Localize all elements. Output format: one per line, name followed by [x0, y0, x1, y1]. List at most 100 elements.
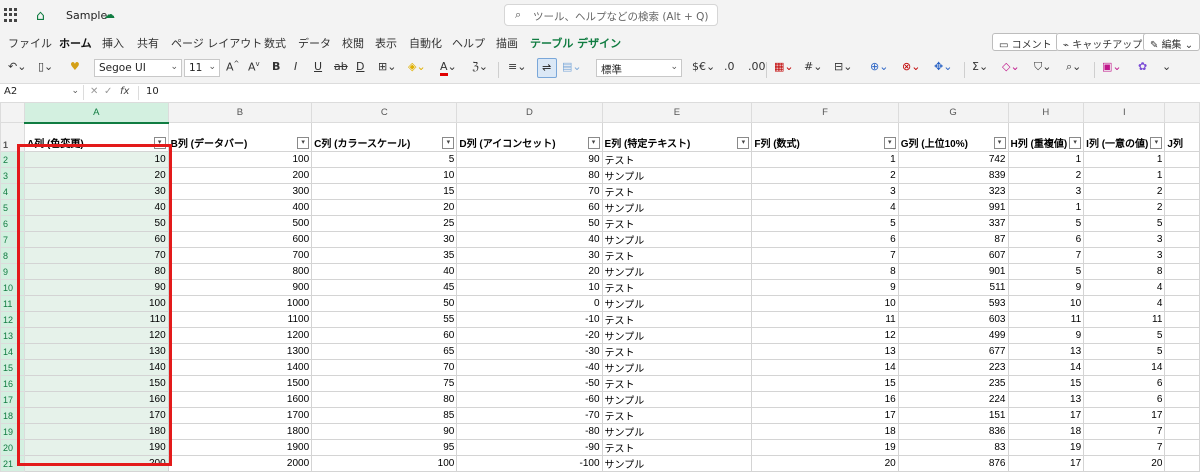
cell-d[interactable]: -40 — [456, 359, 603, 376]
cell-i[interactable]: 6 — [1083, 375, 1166, 392]
cell-g[interactable]: 235 — [897, 375, 1009, 392]
cell-i[interactable]: 5 — [1083, 327, 1166, 344]
conditional-format-icon[interactable]: ▦⌄ — [774, 60, 794, 73]
cell-b[interactable]: 1700 — [167, 407, 313, 424]
cell-h[interactable]: 13 — [1007, 343, 1085, 360]
currency-icon[interactable]: $€⌄ — [692, 60, 715, 73]
text-effects-icon[interactable]: ℨ⌄ — [472, 60, 488, 73]
cell-f[interactable]: 18 — [751, 423, 899, 440]
cell-e[interactable]: サンプル — [601, 199, 753, 216]
cell-d[interactable]: 0 — [456, 295, 603, 312]
cell-g[interactable]: 839 — [897, 167, 1009, 184]
cell-a[interactable]: 130 — [24, 343, 169, 360]
row-header[interactable]: 8 — [0, 247, 26, 264]
cell-h[interactable]: 9 — [1007, 279, 1085, 296]
cell-e[interactable]: サンプル — [601, 391, 753, 408]
cell-d[interactable]: 20 — [456, 263, 603, 280]
cell-b[interactable]: 600 — [167, 231, 313, 248]
document-name[interactable]: Sample — [66, 9, 107, 22]
cell-i[interactable]: 7 — [1083, 439, 1166, 456]
cell-j[interactable] — [1164, 231, 1200, 248]
column-header-c[interactable]: C — [311, 102, 458, 123]
cell-a[interactable]: 90 — [24, 279, 169, 296]
cell-i[interactable]: 4 — [1083, 279, 1166, 296]
row-header[interactable]: 21 — [0, 455, 26, 472]
cell-i[interactable]: 7 — [1083, 423, 1166, 440]
cell-j[interactable] — [1164, 343, 1200, 360]
cell-b[interactable]: 1900 — [167, 439, 313, 456]
cell-b[interactable]: 400 — [167, 199, 313, 216]
increase-font-icon[interactable]: A^ — [226, 60, 239, 74]
cell-i[interactable]: 2 — [1083, 199, 1166, 216]
cell-a[interactable]: 30 — [24, 183, 169, 200]
filter-dropdown-icon[interactable]: ▾ — [587, 137, 600, 149]
cell-g[interactable]: 337 — [897, 215, 1009, 232]
cell-d[interactable]: -60 — [456, 391, 603, 408]
cell-g[interactable]: 677 — [897, 343, 1009, 360]
header-cell-h[interactable]: H列 (重複値) ▾ — [1007, 122, 1085, 152]
cell-h[interactable]: 9 — [1007, 327, 1085, 344]
cell-h[interactable]: 6 — [1007, 231, 1085, 248]
filter-dropdown-icon[interactable]: ▾ — [1069, 137, 1082, 149]
cell-b[interactable]: 2000 — [167, 455, 313, 472]
header-cell-b[interactable]: B列 (データバー) ▾ — [167, 122, 313, 152]
app-launcher-icon[interactable] — [4, 8, 18, 22]
find-icon[interactable]: ⌕⌄ — [1066, 60, 1081, 74]
row-header[interactable]: 12 — [0, 311, 26, 328]
cell-e[interactable]: テスト — [601, 279, 753, 296]
cell-j[interactable] — [1164, 295, 1200, 312]
bold-icon[interactable]: B — [272, 60, 280, 73]
menu-table-design[interactable]: テーブル デザイン — [530, 35, 621, 51]
align-icon[interactable]: ≡⌄ — [508, 60, 526, 73]
cell-c[interactable]: 80 — [311, 391, 458, 408]
cell-g[interactable]: 223 — [897, 359, 1009, 376]
cell-d[interactable]: 10 — [456, 279, 603, 296]
cell-c[interactable]: 15 — [311, 183, 458, 200]
column-header-g[interactable]: G — [897, 102, 1009, 123]
column-header-d[interactable]: D — [456, 102, 603, 123]
cell-f[interactable]: 17 — [751, 407, 899, 424]
cell-e[interactable]: サンプル — [601, 359, 753, 376]
cell-a[interactable]: 160 — [24, 391, 169, 408]
merge-icon[interactable]: ▤⌄ — [562, 60, 582, 73]
cell-j[interactable] — [1164, 183, 1200, 200]
cell-f[interactable]: 8 — [751, 263, 899, 280]
menu-automate[interactable]: 自動化 — [409, 35, 442, 51]
cell-i[interactable]: 1 — [1083, 151, 1166, 168]
cell-a[interactable]: 80 — [24, 263, 169, 280]
cell-j[interactable] — [1164, 279, 1200, 296]
menu-file[interactable]: ファイル — [8, 35, 52, 51]
cell-j[interactable] — [1164, 151, 1200, 168]
select-all-corner[interactable] — [0, 102, 26, 123]
autosum-icon[interactable]: Σ⌄ — [972, 60, 988, 73]
cell-d[interactable]: -20 — [456, 327, 603, 344]
cell-a[interactable]: 120 — [24, 327, 169, 344]
cell-c[interactable]: 100 — [311, 455, 458, 472]
cell-b[interactable]: 1500 — [167, 375, 313, 392]
decrease-decimal-icon[interactable]: .00 — [748, 60, 766, 73]
cell-j[interactable] — [1164, 391, 1200, 408]
cell-g[interactable]: 511 — [897, 279, 1009, 296]
cell-h[interactable]: 5 — [1007, 263, 1085, 280]
column-header-h[interactable]: H — [1007, 102, 1085, 123]
cell-b[interactable]: 100 — [167, 151, 313, 168]
header-cell-i[interactable]: I列 (一意の値) ▾ — [1083, 122, 1166, 152]
cell-b[interactable]: 1100 — [167, 311, 313, 328]
row-header[interactable]: 16 — [0, 375, 26, 392]
cell-f[interactable]: 2 — [751, 167, 899, 184]
cell-i[interactable]: 5 — [1083, 215, 1166, 232]
cell-h[interactable]: 5 — [1007, 215, 1085, 232]
clear-icon[interactable]: ◇⌄ — [1002, 60, 1020, 73]
cell-f[interactable]: 9 — [751, 279, 899, 296]
cell-h[interactable]: 15 — [1007, 375, 1085, 392]
cell-h[interactable]: 1 — [1007, 199, 1085, 216]
header-cell-d[interactable]: D列 (アイコンセット) ▾ — [456, 122, 603, 152]
confirm-icon[interactable]: ✓ — [104, 86, 112, 97]
cancel-icon[interactable]: ✕ — [90, 86, 98, 97]
cell-f[interactable]: 14 — [751, 359, 899, 376]
cell-f[interactable]: 3 — [751, 183, 899, 200]
row-header[interactable]: 20 — [0, 439, 26, 456]
cell-h[interactable]: 11 — [1007, 311, 1085, 328]
copilot-icon[interactable]: ✿ — [1138, 60, 1147, 73]
cell-j[interactable] — [1164, 199, 1200, 216]
